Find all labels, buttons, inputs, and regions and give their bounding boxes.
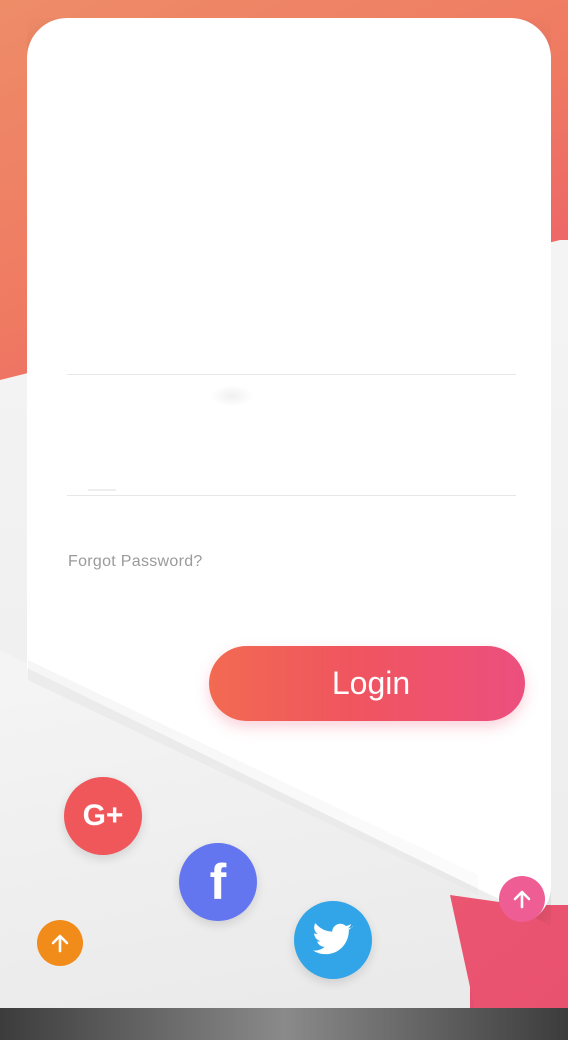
facebook-button[interactable]: f bbox=[179, 843, 257, 921]
scroll-up-button-right[interactable] bbox=[499, 876, 545, 922]
scroll-up-button-left[interactable] bbox=[37, 920, 83, 966]
login-button[interactable]: Login bbox=[209, 646, 525, 721]
google-plus-button[interactable]: G+ bbox=[64, 777, 142, 855]
bottom-bar bbox=[0, 1008, 568, 1040]
facebook-icon: f bbox=[209, 854, 227, 910]
arrow-up-icon bbox=[513, 890, 531, 909]
twitter-bird-icon bbox=[313, 923, 353, 955]
password-placeholder-mark bbox=[88, 489, 116, 491]
forgot-password-link[interactable]: Forgot Password? bbox=[68, 553, 203, 571]
username-field-underline[interactable] bbox=[67, 374, 516, 375]
field-placeholder-smudge bbox=[210, 385, 254, 407]
login-button-label: Login bbox=[331, 665, 411, 701]
google-plus-icon: G+ bbox=[82, 799, 124, 832]
password-field-underline[interactable] bbox=[67, 495, 516, 496]
arrow-up-icon bbox=[51, 934, 69, 953]
twitter-button[interactable] bbox=[294, 901, 372, 979]
